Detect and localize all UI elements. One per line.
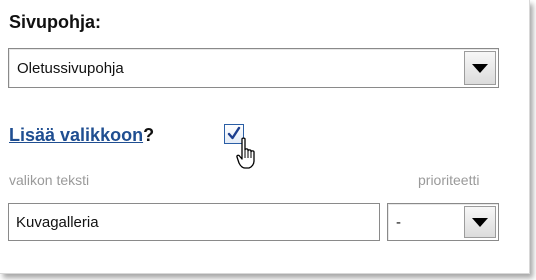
priority-label: prioriteetti [418, 172, 480, 188]
add-to-menu-link[interactable]: Lisää valikkoon [9, 125, 143, 145]
template-select[interactable]: Oletussivupohja [8, 48, 499, 88]
priority-select-value: - [396, 213, 401, 231]
priority-dropdown-button[interactable] [464, 206, 496, 238]
add-to-menu-suffix: ? [143, 125, 155, 145]
template-dropdown-button[interactable] [464, 51, 496, 85]
menu-text-label: valikon teksti [9, 172, 90, 188]
hand-pointer-icon [236, 137, 262, 176]
add-to-menu-row: Lisää valikkoon? [9, 125, 154, 146]
template-label: Sivupohja: [9, 12, 102, 32]
triangle-down-icon [472, 63, 488, 73]
template-select-value: Oletussivupohja [17, 59, 124, 77]
priority-select[interactable]: - [387, 203, 499, 241]
menu-text-input[interactable] [8, 203, 380, 241]
page-settings-panel: Sivupohja: Oletussivupohja Lisää valikko… [0, 0, 530, 274]
triangle-down-icon [472, 217, 488, 227]
